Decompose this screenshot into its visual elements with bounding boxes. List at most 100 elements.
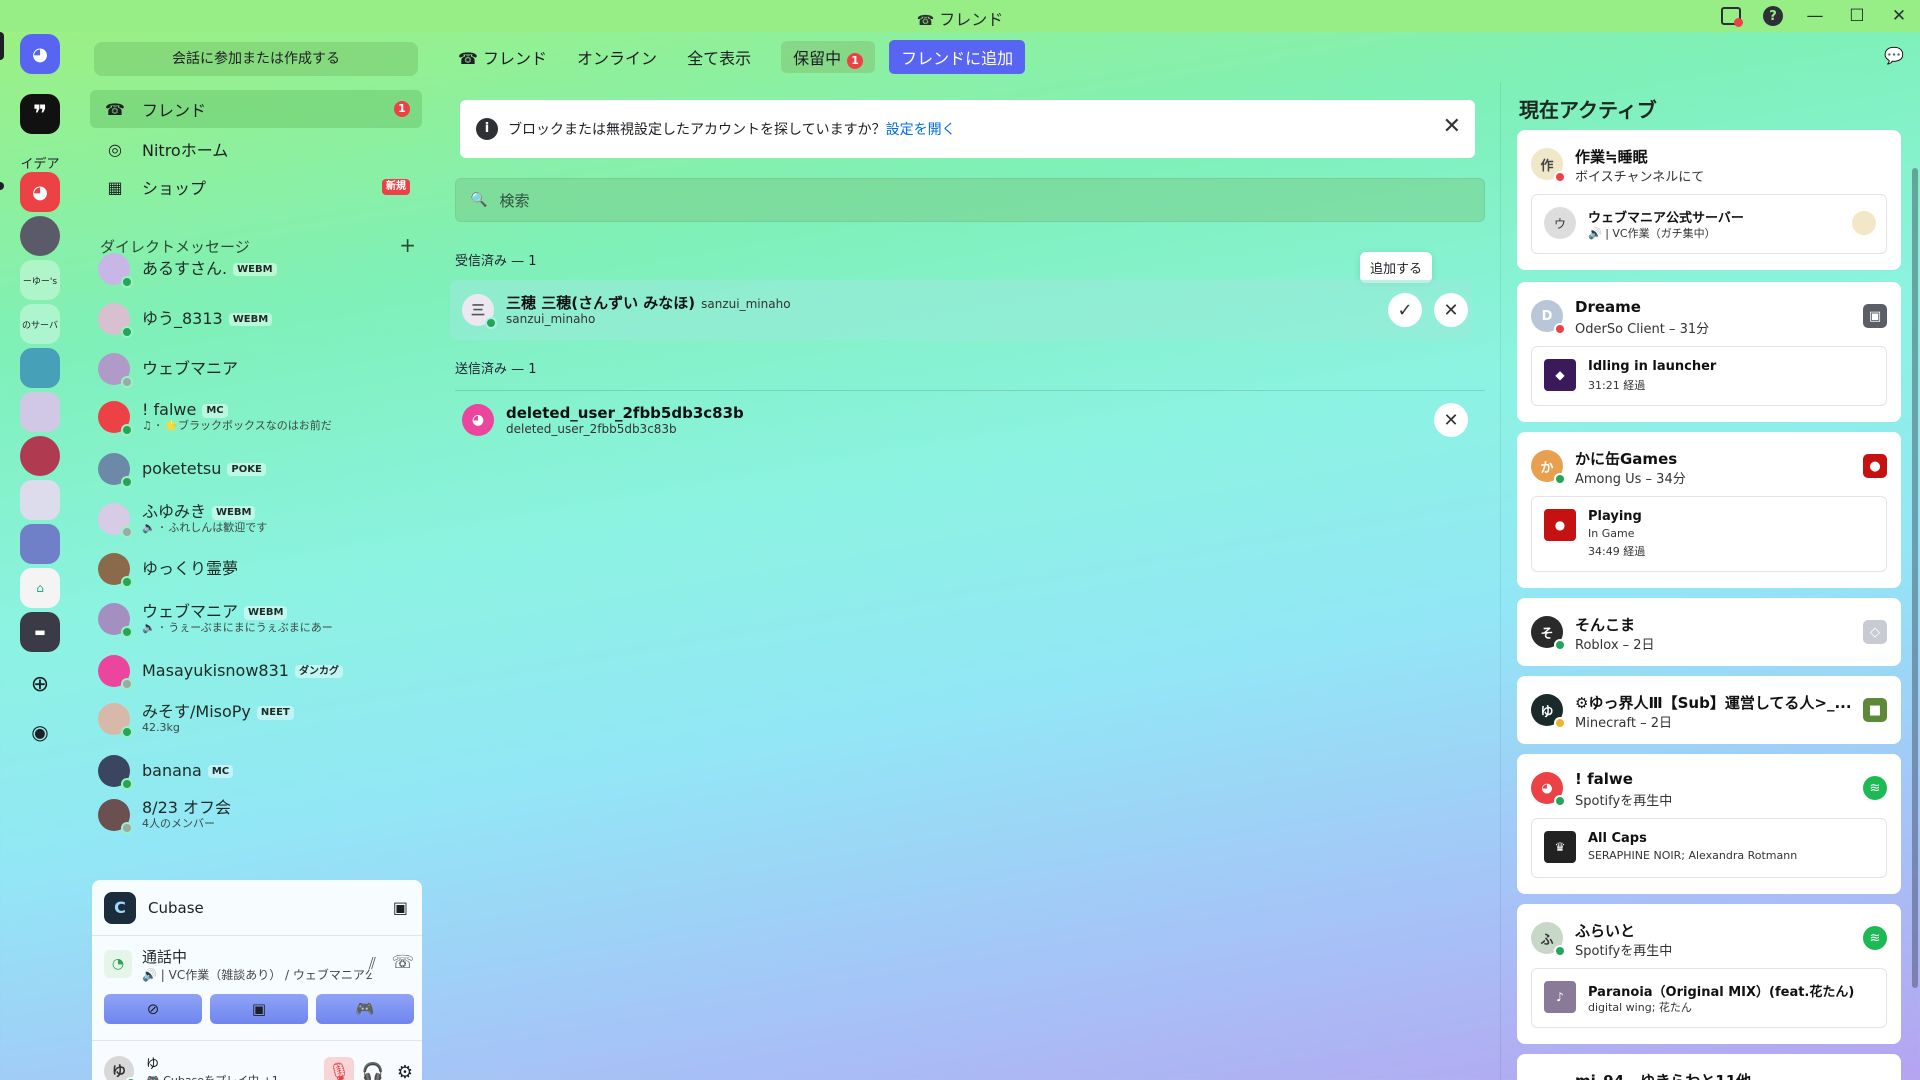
activity-detail[interactable]: ♛ All Caps SERAPHINE NOIR; Alexandra Rot… [1531,818,1887,878]
activity-card[interactable]: mi_94 , ゆきらわと11他 [1517,1054,1901,1080]
activity-card[interactable]: ◕ ! falwe Spotifyを再生中 ≋ ♛ All Caps SERAPH… [1517,754,1901,894]
help-button[interactable]: ? [1752,0,1794,32]
dm-status: ♫ ･ ⭐ブラックボックスなのはお前だ [142,418,332,432]
discover-button[interactable]: ◉ [20,712,60,752]
avatar[interactable]: ゆ [104,1055,137,1080]
activity-card[interactable]: か かに缶Games Among Us – 34分 ● ● Playing In … [1517,432,1901,588]
incoming-request-row[interactable]: 三 三穂 三穂(さんずい みなほ) sanzui_minaho sanzui_mi… [450,280,1472,340]
friends-icon: ☎ [105,99,125,119]
activity-card[interactable]: ゆ ⚙ゆっ界人Ⅲ【Sub】運営してる人>_... Minecraft – 2日 ■ [1517,676,1901,744]
user-panel: ゆ ゆ 🎮 Cubaseをプレイ中 +1 🎙 🎧 ⚙ [92,1040,422,1080]
dm-name: みそす/MisoPy NEET [142,703,294,721]
dm-item[interactable]: ウェブマニア WEBM 🔈 ･ うぇーぶまにまにうぇぶまにあー [90,596,422,642]
avatar [98,401,133,436]
minimize-button[interactable]: — [1794,0,1836,32]
close-window-button[interactable]: ✕ [1878,0,1920,32]
inbox-button[interactable] [1710,0,1752,32]
server-icon[interactable]: ◕ [20,172,60,212]
tab-all[interactable]: 全て表示 [687,45,751,69]
server-tag: WEBM [233,262,277,277]
avatar [98,799,133,834]
tab-online[interactable]: オンライン [577,45,657,69]
dm-item[interactable]: ゆう_8313 WEBM [90,296,422,342]
dm-item[interactable]: ウェブマニア [90,346,422,392]
outgoing-request-row[interactable]: ◕ deleted_user_2fbb5db3c83b deleted_user… [450,390,1472,450]
noise-suppression-icon[interactable]: ⫽ [369,954,376,974]
server-icon[interactable]: ❞ [20,94,60,134]
disconnect-icon[interactable]: ☏ [391,952,414,973]
avatar [98,755,133,790]
dm-item[interactable]: みそす/MisoPy NEET 42.3kg [90,696,422,742]
dm-name-text: あるすさん. [142,258,228,278]
screen-share-icon[interactable]: ▣ [393,898,408,917]
server-icon[interactable] [20,392,60,432]
activity-card[interactable]: D Dreame OderSo Client – 31分 ▣ ◆ Idling i… [1517,282,1901,422]
scrollbar[interactable] [1912,168,1918,988]
activity-button[interactable]: 🎮 [316,994,414,1024]
activity-app-name: Cubase [148,898,204,917]
find-conversation-button[interactable]: 会話に参加または作成する [94,42,418,76]
server-icon[interactable] [20,480,60,520]
server-icon[interactable]: のサーバ [20,304,60,344]
user-name: ゆ [146,1057,160,1072]
activity-detail[interactable]: ◆ Idling in launcher 31:21 経過 [1531,346,1887,406]
deafen-button[interactable]: 🎧 [358,1057,388,1080]
check-icon: ✓ [1397,299,1413,321]
dm-item[interactable]: Masayukisnow831 ダンカグ [90,648,422,694]
activity-card[interactable]: ふ ふらいと Spotifyを再生中 ≋ ♪ Paranoia（Original … [1517,904,1901,1044]
dm-name-text: 8/23 オフ会 [142,798,232,818]
cancel-request-button[interactable]: ✕ [1434,403,1468,437]
call-channel[interactable]: 🔊 | VC作業（雑談あり） / ウェブマニア公式... [142,966,372,983]
open-settings-link[interactable]: 設定を開く [886,119,956,139]
settings-button[interactable]: ⚙ [390,1057,420,1080]
search-icon: 🔍 [470,192,488,208]
server-icon[interactable]: ▬ [20,612,60,652]
avatar [98,303,133,338]
dm-item[interactable]: ふゆみき WEBM 🔈 ･ ふれしんは歓迎です [90,496,422,542]
server-icon[interactable] [20,348,60,388]
inbox-icon [1720,6,1743,27]
server-icon[interactable]: ーゆー's [20,260,60,300]
signal-icon[interactable]: ◔ [104,950,132,978]
camera-off-button[interactable]: ⊘ [104,994,202,1024]
maximize-button[interactable]: ☐ [1836,0,1878,32]
dm-item[interactable]: 8/23 オフ会 4人のメンバー [90,792,422,838]
dm-item[interactable]: banana MC [90,748,422,794]
activity-detail[interactable]: ● Playing In Game 34:49 経過 [1531,496,1887,572]
server-icon[interactable] [20,216,60,256]
tab-pending[interactable]: 保留中 1 [781,41,876,73]
avatar: ふ [1531,922,1566,957]
dm-item[interactable]: poketetsu POKE [90,446,422,492]
status-indicator [121,726,133,738]
request-subtext: deleted_user_2fbb5db3c83b [506,421,677,436]
status-indicator [121,626,133,638]
search-input[interactable]: 🔍 検索 [455,178,1485,222]
home-button[interactable]: ◕ [20,34,60,74]
dm-item[interactable]: ゆっくり霊夢 [90,546,422,592]
screen-share-icon: ▣ [251,1000,267,1018]
decline-button[interactable]: ✕ [1434,293,1468,327]
activity-card[interactable]: 作 作業≒睡眠 ボイスチャンネルにて ウ ウェブマニア公式サーバー 🔊 | VC作… [1517,130,1901,270]
activity-detail[interactable]: ♪ Paranoia（Original MIX）(feat.花たん) digit… [1531,968,1887,1028]
dm-item[interactable]: あるすさん. WEBM [90,246,422,292]
server-icon[interactable]: ⌂ [20,568,60,608]
new-group-dm-button[interactable]: 💬 [1884,46,1904,65]
server-icon[interactable] [20,436,60,476]
activity-detail[interactable]: ウ ウェブマニア公式サーバー 🔊 | VC作業（ガチ集中） [1531,194,1887,254]
nav-shop[interactable]: ▦ ショップ 新規 [90,168,422,206]
mute-button[interactable]: 🎙 [324,1057,354,1080]
nav-friends[interactable]: ☎ フレンド 1 [90,90,422,128]
chat-plus-icon: 💬 [1884,46,1904,65]
nav-nitro[interactable]: ◎ Nitroホーム [90,130,422,168]
add-server-button[interactable]: ⊕ [20,664,60,704]
add-friend-button[interactable]: フレンドに追加 [889,40,1026,74]
close-icon: ✕ [1443,299,1459,321]
avatar [98,553,133,588]
accept-button[interactable]: ✓ [1388,293,1422,327]
server-icon[interactable] [20,524,60,564]
dm-item[interactable]: ! falwe MC ♫ ･ ⭐ブラックボックスなのはお前だ [90,394,422,440]
activity-card[interactable]: そ そんこま Roblox – 2日 ◇ [1517,598,1901,666]
close-notice-button[interactable]: ✕ [1443,114,1461,139]
screen-share-button[interactable]: ▣ [210,994,308,1024]
dm-name: Masayukisnow831 ダンカグ [142,661,343,680]
